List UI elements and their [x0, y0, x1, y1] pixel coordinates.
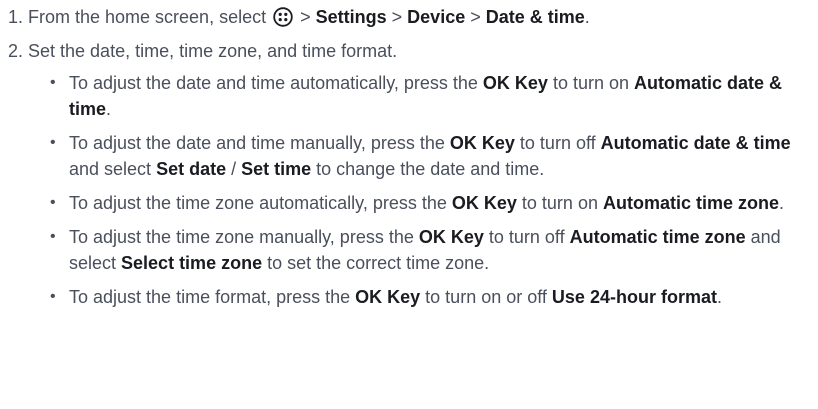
steps-list: 1. From the home screen, select > Settin… — [0, 4, 818, 310]
step-2: 2. Set the date, time, time zone, and ti… — [0, 38, 818, 310]
step-text: Set the date, time, time zone, and time … — [28, 41, 398, 61]
sub-steps-list: • To adjust the date and time automatical… — [28, 70, 818, 310]
text-run: to turn on — [547, 73, 634, 93]
sub-step-item: • To adjust the time zone automatically, … — [28, 190, 818, 216]
text-run: to set the correct time zone. — [262, 253, 490, 273]
bold-term: OK Key — [451, 193, 517, 213]
sub-step-item: • To adjust the time zone manually, press… — [28, 224, 818, 276]
text-run: . — [106, 99, 112, 119]
text-run: To adjust the date and time automaticall… — [69, 73, 483, 93]
text-run: / — [226, 159, 242, 179]
text-run: . — [716, 287, 722, 307]
text-run: To adjust the time format, press the — [69, 287, 356, 307]
bold-term: Settings — [315, 7, 387, 27]
bullet-icon: • — [50, 74, 56, 91]
text-run: to turn on — [516, 193, 603, 213]
sub-step-text: To adjust the date and time manually, pr… — [69, 133, 791, 179]
bold-term: Automatic time zone — [602, 193, 779, 213]
sub-step-text: To adjust the time format, press the OK … — [69, 287, 722, 307]
sub-step-text: To adjust the date and time automaticall… — [69, 73, 782, 119]
bold-term: Device — [407, 7, 466, 27]
bold-term: Automatic time zone — [569, 227, 746, 247]
bold-term: Date & time — [485, 7, 585, 27]
step-1: 1. From the home screen, select > Settin… — [0, 4, 818, 30]
text-run: to turn on or off — [420, 287, 552, 307]
sub-step-text: To adjust the time zone automatically, p… — [69, 193, 784, 213]
text-run: > — [386, 7, 408, 27]
bold-term: OK Key — [482, 73, 548, 93]
sub-step-text: To adjust the time zone manually, press … — [69, 227, 781, 273]
step-number: 2. — [8, 41, 24, 61]
bold-term: Set time — [241, 159, 312, 179]
bold-term: Set date — [156, 159, 227, 179]
step-1-text-after-icon: > Settings > Device > Date & time. — [295, 7, 590, 27]
bold-term: Select time zone — [121, 253, 263, 273]
bullet-icon: • — [50, 228, 56, 245]
bold-term: OK Key — [418, 227, 484, 247]
bold-term: Use 24-hour format — [551, 287, 717, 307]
text-run: to turn off — [514, 133, 601, 153]
bullet-icon: • — [50, 288, 56, 305]
sub-step-item: • To adjust the time format, press the OK… — [28, 284, 818, 310]
apps-menu-icon — [273, 7, 293, 27]
text-run: . — [584, 7, 590, 27]
bold-term: OK Key — [355, 287, 421, 307]
text-run: . — [779, 193, 785, 213]
instruction-document: 1. From the home screen, select > Settin… — [0, 0, 818, 409]
text-run: to change the date and time. — [311, 159, 545, 179]
text-run: to turn off — [483, 227, 570, 247]
step-number: 1. — [8, 7, 24, 27]
bullet-icon: • — [50, 134, 56, 151]
step-1-text-before-icon: From the home screen, select — [28, 7, 267, 27]
text-run: To adjust the date and time manually, pr… — [69, 133, 450, 153]
sub-step-item: • To adjust the date and time manually, p… — [28, 130, 818, 182]
text-run: > — [465, 7, 486, 27]
bold-term: Automatic date & time — [600, 133, 791, 153]
text-run: and select — [69, 159, 157, 179]
step-text: From the home screen, select > Settings … — [28, 7, 590, 27]
bold-term: OK Key — [449, 133, 515, 153]
text-run: To adjust the time zone manually, press … — [69, 227, 419, 247]
sub-step-item: • To adjust the date and time automatical… — [28, 70, 818, 122]
bullet-icon: • — [50, 194, 56, 211]
text-run: To adjust the time zone automatically, p… — [69, 193, 452, 213]
text-run: > — [295, 7, 316, 27]
